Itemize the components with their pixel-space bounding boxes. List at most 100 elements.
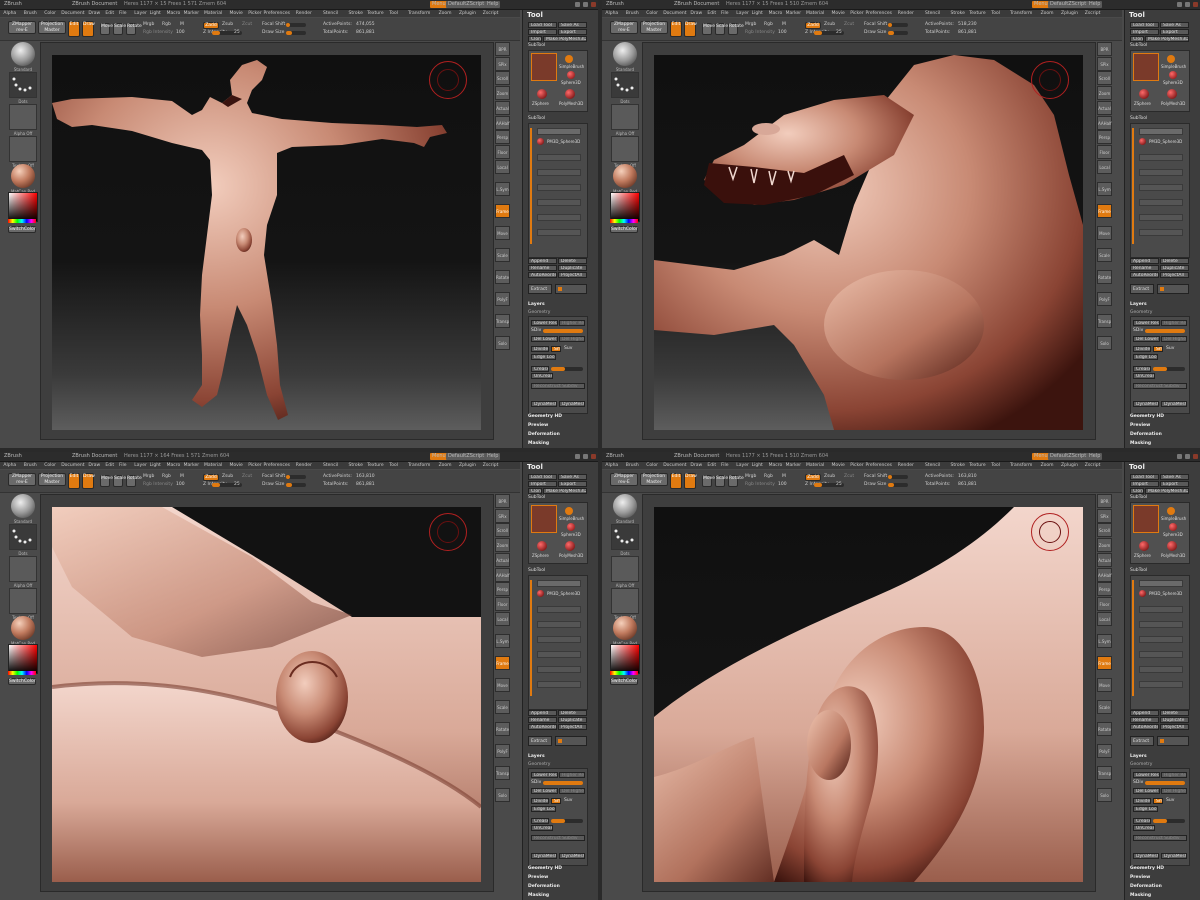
higher-res-button[interactable]: Higher Res [559, 320, 585, 326]
menu-preferences[interactable]: Preferences [264, 11, 290, 16]
shelf-lsym-button[interactable]: L.Sym [495, 633, 510, 648]
menu-stroke[interactable]: Stroke [349, 11, 363, 16]
help-button[interactable]: Help [485, 453, 501, 460]
subtool-scrollbar[interactable] [530, 128, 532, 244]
menu-alpha[interactable]: Alpha [3, 463, 16, 468]
smt-toggle[interactable]: Smt [1153, 798, 1163, 804]
dynamesh-option-button[interactable]: DynaMesh [1161, 401, 1187, 407]
navigation-gizmo[interactable] [429, 513, 467, 551]
masking-section[interactable]: Masking [528, 441, 549, 446]
subtool-slot[interactable] [537, 214, 581, 221]
export-button[interactable]: Export [1160, 29, 1189, 35]
layers-section-title[interactable]: Layers [528, 302, 545, 307]
extract-button[interactable]: Extract [1130, 284, 1154, 294]
del-lower-button[interactable]: Del Lower [531, 788, 558, 794]
shelf-persp-button[interactable]: Persp [1097, 582, 1112, 597]
make-polymesh-button[interactable]: Make PolyMesh3D [1145, 488, 1189, 494]
rotate-button[interactable]: Rotate [728, 475, 744, 487]
dynamesh-option-button[interactable]: DynaMesh [559, 401, 585, 407]
smt-toggle[interactable]: Smt [551, 798, 561, 804]
geometry-hd-section[interactable]: Geometry HD [528, 414, 562, 419]
alpha-selector[interactable] [9, 556, 37, 582]
subtool-slot[interactable] [1139, 229, 1183, 236]
zadd-button[interactable]: Zadd [805, 22, 821, 29]
edit-button[interactable]: Edit [670, 21, 682, 37]
rgb-toggle[interactable]: Rgb [162, 474, 171, 479]
shelf-scroll-button[interactable]: Scroll [1097, 523, 1112, 538]
extract-options[interactable] [1157, 736, 1189, 746]
shelf-aahalf-button[interactable]: AAHalf [495, 115, 510, 130]
material-selector[interactable] [11, 164, 35, 188]
draw-button[interactable]: Draw [82, 21, 95, 37]
close-icon[interactable] [1193, 2, 1198, 7]
layers-section-title[interactable]: Layers [1130, 754, 1147, 759]
shelf-zoom-button[interactable]: Zoom [1097, 86, 1112, 101]
shelf-persp-button[interactable]: Persp [1097, 130, 1112, 145]
shelf-persp-button[interactable]: Persp [495, 130, 510, 145]
subtool-slot[interactable] [537, 169, 581, 176]
shelf-aahalf-button[interactable]: AAHalf [1097, 115, 1112, 130]
del-higher-button[interactable]: Del Higher [559, 336, 585, 342]
polymesh3d-thumbnail[interactable] [565, 89, 575, 99]
subtool-row-active[interactable] [537, 128, 581, 135]
menu-material[interactable]: Material [806, 11, 824, 16]
stroke-selector[interactable] [9, 524, 37, 550]
material-selector[interactable] [613, 164, 637, 188]
rgb-toggle[interactable]: Rgb [764, 22, 773, 27]
color-picker[interactable] [8, 644, 38, 674]
texture-selector[interactable] [611, 588, 639, 614]
zadd-button[interactable]: Zadd [203, 22, 219, 29]
export-button[interactable]: Export [558, 481, 587, 487]
color-picker[interactable] [610, 192, 640, 222]
sphere3d-thumbnail[interactable] [567, 523, 575, 531]
menu-draw[interactable]: Draw [88, 11, 100, 16]
zsub-toggle[interactable]: Zsub [824, 474, 835, 479]
shelf-rotate-button[interactable]: Rotate [1097, 270, 1112, 285]
texture-selector[interactable] [611, 136, 639, 162]
higher-res-button[interactable]: Higher Res [1161, 772, 1187, 778]
rename-button[interactable]: Rename [1130, 717, 1159, 723]
menu-render[interactable]: Render [898, 463, 914, 468]
shelf-local-button[interactable]: Local [495, 611, 510, 626]
duplicate-button[interactable]: Duplicate [558, 265, 587, 271]
preview-section[interactable]: Preview [528, 875, 548, 880]
subtool-slot[interactable] [1139, 199, 1183, 206]
shelf-polyf-button[interactable]: PolyF [495, 744, 510, 759]
menu-marker[interactable]: Marker [184, 11, 200, 16]
menu-render[interactable]: Render [296, 463, 312, 468]
load-tool-button[interactable]: Load Tool [528, 474, 557, 480]
material-selector[interactable] [613, 616, 637, 640]
subtool-slot[interactable] [1139, 666, 1183, 673]
shelf-local-button[interactable]: Local [1097, 159, 1112, 174]
menu-brush[interactable]: Brush [24, 463, 37, 468]
shelf-local-button[interactable]: Local [1097, 611, 1112, 626]
shelf-polyf-button[interactable]: PolyF [1097, 292, 1112, 307]
extract-button[interactable]: Extract [528, 736, 552, 746]
menu-movie[interactable]: Movie [230, 463, 243, 468]
menu-color[interactable]: Color [646, 463, 658, 468]
menu-brush[interactable]: Brush [626, 463, 639, 468]
deformation-section[interactable]: Deformation [528, 432, 560, 437]
menu-material[interactable]: Material [204, 11, 222, 16]
import-button[interactable]: Import [528, 481, 557, 487]
subtool-slot[interactable] [537, 621, 581, 628]
reconstruct-subdiv-button[interactable]: Reconstruct Subdiv [531, 835, 585, 841]
crease-slider[interactable] [1153, 367, 1185, 371]
subtool-slot[interactable] [1139, 621, 1183, 628]
document-canvas[interactable] [654, 55, 1083, 430]
shelf-scale-button[interactable]: Scale [495, 700, 510, 715]
save-as-button[interactable]: Save As [558, 474, 587, 480]
menu-marker[interactable]: Marker [786, 11, 802, 16]
navigation-gizmo[interactable] [1031, 61, 1069, 99]
subtool-slot[interactable] [537, 184, 581, 191]
edit-button[interactable]: Edit [68, 21, 80, 37]
menu-edit[interactable]: Edit [105, 11, 114, 16]
menu-tool[interactable]: Tool [389, 463, 398, 468]
alpha-selector[interactable] [9, 104, 37, 130]
shelf-rotate-button[interactable]: Rotate [1097, 722, 1112, 737]
minimize-icon[interactable] [575, 2, 580, 7]
menu-material[interactable]: Material [806, 463, 824, 468]
shelf-frame-button[interactable]: Frame [495, 203, 510, 218]
menu-stroke[interactable]: Stroke [349, 463, 363, 468]
menu-zoom[interactable]: Zoom [1041, 463, 1054, 468]
